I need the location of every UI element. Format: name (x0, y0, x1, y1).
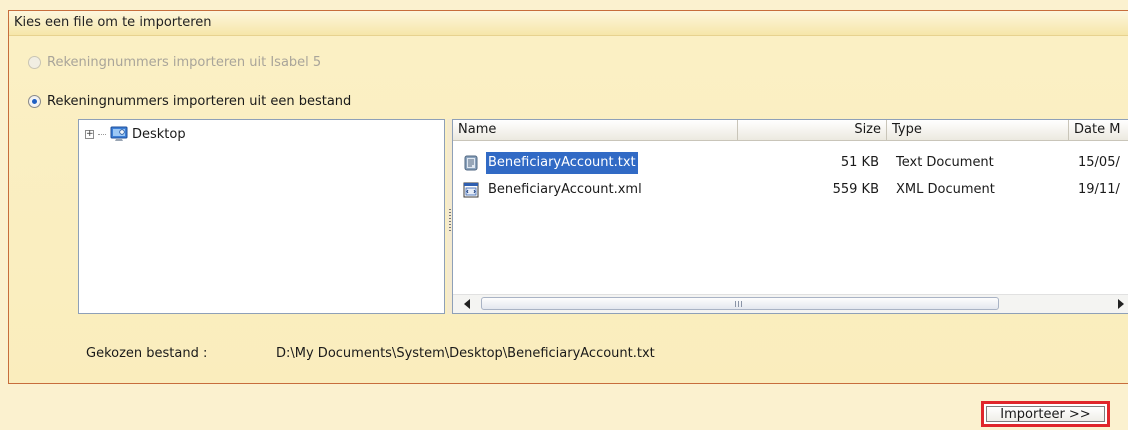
option-isabel-label: Rekeningnummers importeren uit Isabel 5 (47, 55, 322, 70)
option-file-label: Rekeningnummers importeren uit een besta… (47, 94, 352, 109)
scroll-right-button[interactable] (1113, 296, 1128, 312)
scroll-left-button[interactable] (459, 296, 475, 312)
radio-isabel[interactable] (28, 56, 41, 69)
file-name[interactable]: BeneficiaryAccount.txt (485, 151, 639, 175)
arrow-right-icon (1118, 299, 1124, 309)
chosen-file-label: Gekozen bestand : (86, 346, 208, 361)
import-button-label: Importeer >> (986, 406, 1105, 422)
file-date: 19/11/ (1078, 182, 1120, 197)
chosen-file-path: D:\My Documents\System\Desktop\Beneficia… (276, 346, 655, 361)
column-header-name[interactable]: Name (453, 120, 738, 140)
file-name[interactable]: BeneficiaryAccount.xml (488, 179, 642, 201)
column-header-date[interactable]: Date M (1069, 120, 1128, 140)
tree-item-label: Desktop (132, 126, 186, 142)
file-list[interactable]: Name Size Type Date M BeneficiaryAccount… (452, 119, 1128, 314)
text-file-icon (464, 155, 478, 171)
file-type: XML Document (896, 182, 995, 197)
tree-item-desktop[interactable]: + Desktop (85, 126, 186, 142)
file-size: 51 KB (840, 155, 879, 170)
file-date: 15/05/ (1078, 155, 1120, 170)
panel-title: Kies een file om te importeren (14, 15, 212, 30)
scroll-thumb[interactable] (481, 297, 999, 310)
list-header: Name Size Type Date M (453, 120, 1128, 141)
xml-file-icon (463, 182, 479, 198)
radio-file[interactable] (28, 95, 41, 108)
file-row[interactable]: BeneficiaryAccount.xml 559 KB XML Docume… (453, 179, 1128, 201)
file-row[interactable]: BeneficiaryAccount.txt 51 KB Text Docume… (453, 151, 1128, 175)
tree-connector (98, 133, 106, 135)
import-button[interactable]: Importeer >> (981, 401, 1110, 427)
column-header-type[interactable]: Type (887, 120, 1069, 140)
desktop-icon (110, 126, 128, 141)
expand-icon[interactable]: + (85, 129, 94, 139)
folder-tree[interactable]: + Desktop (78, 119, 445, 314)
file-size: 559 KB (832, 182, 879, 197)
option-import-file[interactable]: Rekeningnummers importeren uit een besta… (28, 94, 351, 109)
option-import-isabel[interactable]: Rekeningnummers importeren uit Isabel 5 (28, 55, 321, 70)
thumb-grip-icon (735, 301, 743, 307)
file-type: Text Document (896, 155, 994, 170)
column-header-size[interactable]: Size (738, 120, 887, 140)
splitter-grip-icon (449, 209, 451, 233)
arrow-left-icon (464, 299, 470, 309)
horizontal-scrollbar[interactable] (453, 294, 1128, 313)
panel-header: Kies een file om te importeren (9, 11, 1128, 36)
